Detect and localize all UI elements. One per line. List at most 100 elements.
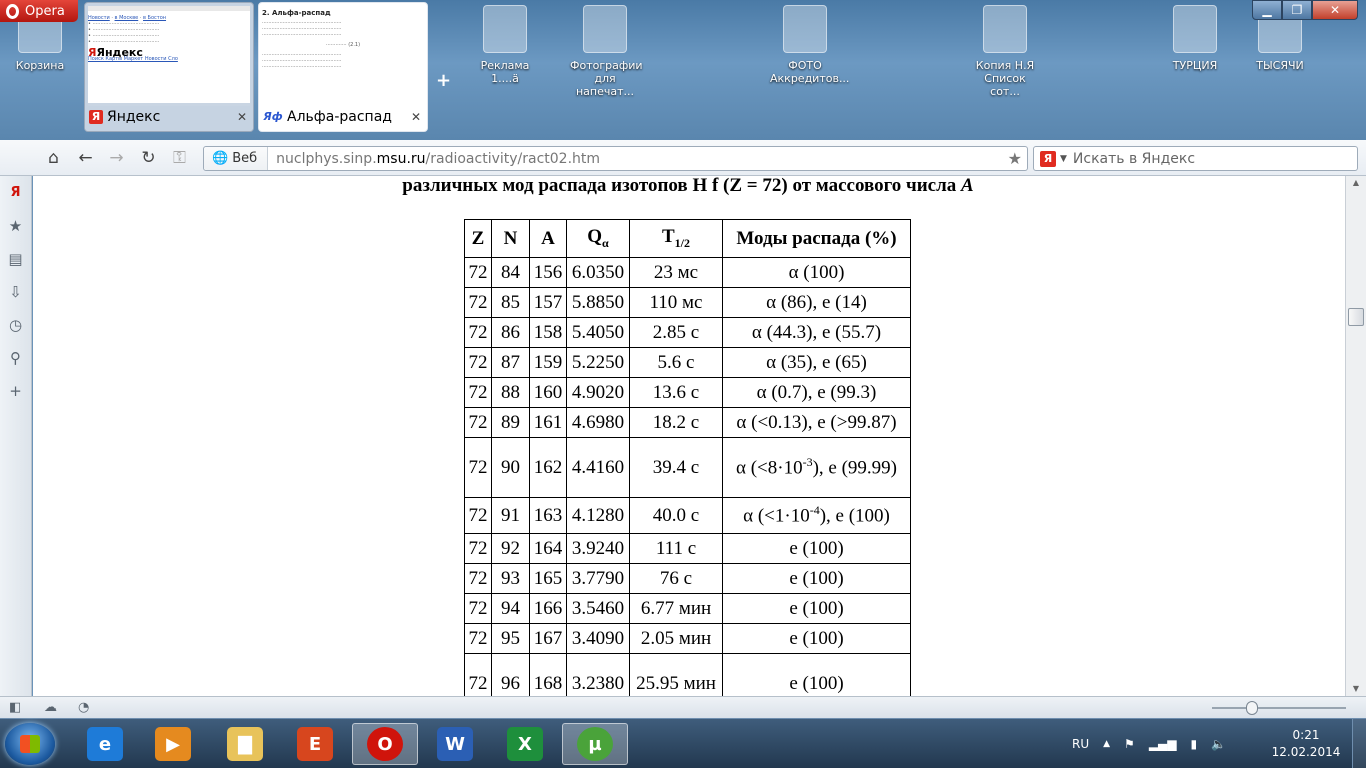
cell-z: 72 [464,563,492,594]
desktop-icon-advert[interactable]: Реклама 1....ä [470,5,540,85]
search-engine-dropdown-icon[interactable]: ▼ [1060,154,1067,164]
opera-logo-icon [6,3,19,19]
excel-icon: X [507,727,543,761]
address-bar[interactable]: 🌐 Веб nuclphys.sinp.msu.ru/radioactivity… [203,146,1028,171]
header-z: Z [464,219,492,258]
taskbar-word[interactable]: W [422,723,488,765]
taskbar-excel[interactable]: X [492,723,558,765]
table-row: 72 86 158 5.4050 2.85 сα (44.3), e (55.7) [464,317,911,348]
zoom-slider-thumb[interactable] [1246,701,1258,715]
scroll-up-icon[interactable]: ▲ [1346,176,1366,190]
close-window-button[interactable]: ✕ [1312,0,1358,20]
scroll-down-icon[interactable]: ▼ [1346,682,1366,696]
clock-date: 12.02.2014 [1271,745,1341,759]
language-indicator[interactable]: RU [1072,737,1089,751]
new-tab-button[interactable]: + [436,70,451,91]
reload-icon[interactable]: ↻ [133,140,164,176]
search-input[interactable]: Я ▼ Искать в Яндекс [1033,146,1358,171]
desktop-icon-turkey[interactable]: ТУРЦИЯ [1160,5,1230,72]
cell-z: 72 [464,497,492,534]
forward-icon[interactable]: → [101,140,132,176]
navigation-bar: ⌂ ← → ↻ ⚿ 🌐 Веб nuclphys.sinp.msu.ru/rad… [0,140,1366,176]
search-panel-icon[interactable]: ⚲ [0,341,31,374]
taskbar-media-player[interactable]: ▶ [140,723,206,765]
cell-t: 6.77 мин [629,593,723,624]
battery-icon[interactable]: ▮ [1191,737,1198,751]
cell-modes: α (0.7), e (99.3) [722,377,911,408]
taskbar-ie[interactable]: e [72,723,138,765]
url-text[interactable]: nuclphys.sinp.msu.ru/radioactivity/ract0… [268,151,600,167]
cell-n: 96 [491,653,530,696]
cell-a: 167 [529,623,567,654]
table-row: 72 96 168 3.2380 25.95 мин e (100) [464,653,911,696]
site-info-badge[interactable]: 🌐 Веб [204,147,269,170]
scroll-thumb[interactable] [1348,308,1364,326]
bookmark-star-icon[interactable]: ★ [1008,149,1022,168]
page-content: различных мод распада изотопов H f (Z = … [33,176,1345,696]
action-center-flag-icon[interactable]: ⚑ [1124,737,1135,751]
word-icon: W [437,727,473,761]
speed-dial-icon[interactable]: ◔ [78,700,89,715]
cell-t: 23 мс [629,257,723,288]
maximize-button[interactable]: ❐ [1282,0,1312,20]
tray-overflow-icon[interactable]: ▲ [1103,739,1110,749]
opera-menu-button[interactable]: Opera [0,0,78,22]
taskbar-powerpoint[interactable]: E [282,723,348,765]
side-panel: Я ★ ▤ ⇩ ◷ ⚲ + [0,176,32,696]
tab-label: Я Яндекс [85,103,253,131]
taskbar-explorer[interactable]: ▇ [212,723,278,765]
zoom-slider[interactable] [1212,707,1346,709]
window-controls: ▁ ❐ ✕ [1252,0,1358,20]
header-modes: Моды распада (%) [722,219,911,258]
desktop-icon-photo-accred[interactable]: ФОТО Аккредитов... [770,5,849,85]
turbo-cloud-icon[interactable]: ☁ [44,700,57,715]
tab-close-icon[interactable]: ✕ [411,110,421,124]
globe-icon: 🌐 [212,151,229,166]
tab-close-icon[interactable]: ✕ [237,110,247,124]
cell-t: 40.0 с [629,497,723,534]
clock[interactable]: 0:21 12.02.2014 [1268,727,1344,761]
yandex-favicon-icon: Яф [263,110,283,123]
cell-n: 95 [491,623,530,654]
desktop-icon-staff-list[interactable]: Копия Н.Я Список сот... [970,5,1040,98]
bookmarks-icon[interactable]: ★ [0,209,31,242]
taskbar-opera[interactable]: O [352,723,418,765]
tab-yandex[interactable]: Новости · в Москве · в Бостон • ········… [84,2,254,132]
table-row: 72 85 157 5.8850 110 мс α (86), e (14) [464,287,911,318]
tab-alpha-decay[interactable]: 2. Альфа-распад ························… [258,2,428,132]
cell-z: 72 [464,407,492,438]
cell-z: 72 [464,533,492,564]
wand-key-icon[interactable]: ⚿ [164,140,195,176]
history-icon[interactable]: ◷ [0,308,31,341]
cell-n: 93 [491,563,530,594]
downloads-icon[interactable]: ⇩ [0,275,31,308]
cell-a: 163 [529,497,567,534]
table-row: 72 88 160 4.9020 13.6 сα (0.7), e (99.3) [464,377,911,408]
table-row: 72 89 161 4.6980 18.2 сα (<0.13), e (>99.87) [464,407,911,438]
cell-modes: e (100) [722,533,911,564]
cell-a: 162 [529,437,567,498]
show-desktop-button[interactable] [1352,719,1366,768]
notes-icon[interactable]: ▤ [0,242,31,275]
cell-n: 87 [491,347,530,378]
panel-toggle-icon[interactable]: ◧ [9,700,21,715]
home-icon[interactable]: ⌂ [38,140,69,176]
vertical-scrollbar[interactable]: ▲ ▼ [1345,176,1366,696]
cell-modes: α (<0.13), e (>99.87) [722,407,911,438]
desktop-icon-photos[interactable]: Фотографии для напечат... [570,5,643,98]
cell-a: 157 [529,287,567,318]
network-signal-icon[interactable]: ▂▄▆ [1149,737,1177,751]
minimize-button[interactable]: ▁ [1252,0,1282,20]
volume-icon[interactable]: 🔈 [1211,737,1226,751]
tab-thumbnail: 2. Альфа-распад ························… [262,6,424,106]
taskbar-utorrent[interactable]: µ [562,723,628,765]
cell-z: 72 [464,347,492,378]
cell-modes: e (100) [722,623,911,654]
cell-t: 18.2 с [629,407,723,438]
yandex-icon[interactable]: Я [0,176,31,209]
cell-z: 72 [464,317,492,348]
back-icon[interactable]: ← [70,140,101,176]
cell-a: 164 [529,533,567,564]
add-panel-icon[interactable]: + [0,374,31,407]
start-button[interactable] [5,723,55,765]
